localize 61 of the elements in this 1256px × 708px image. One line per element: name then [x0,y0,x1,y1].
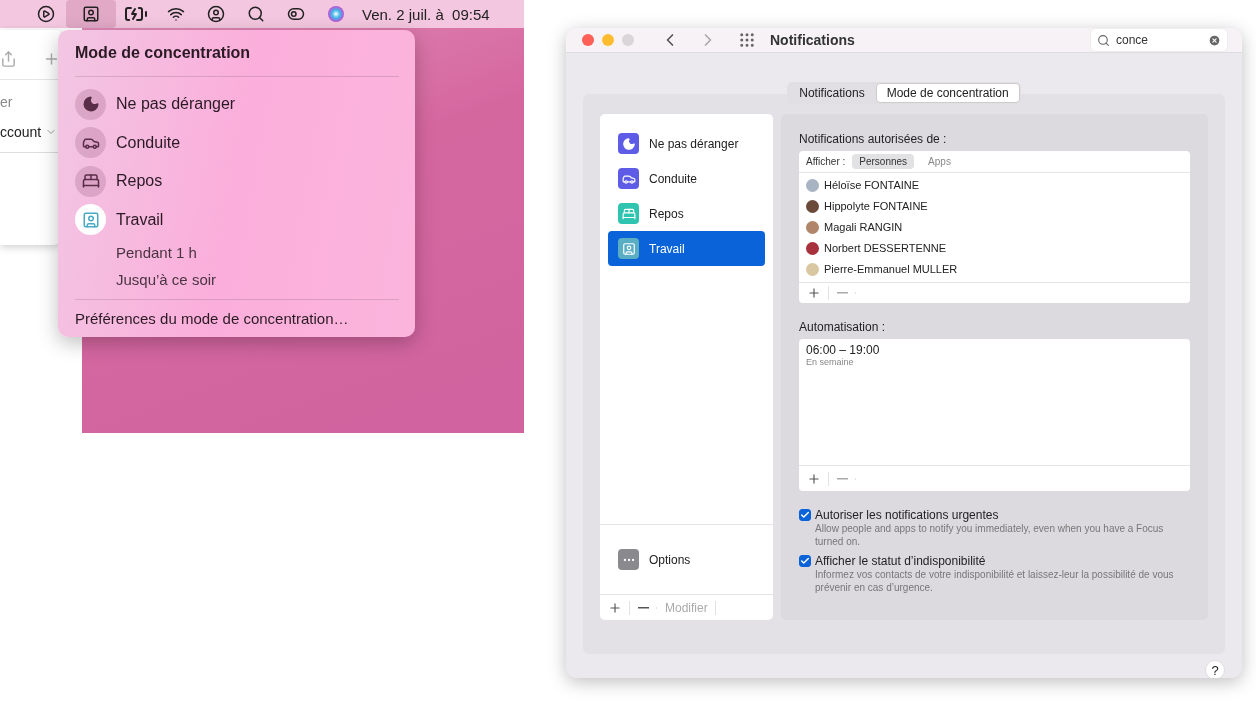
avatar-icon [806,241,819,255]
menu-item[interactable]: Travail [116,210,164,229]
tab[interactable]: Mode de concentration [875,83,1020,103]
sidebar-item[interactable]: Conduite [608,161,765,196]
sidebar-item[interactable]: Options [600,524,773,594]
person-name[interactable]: Pierre-Emmanuel MULLER [824,263,958,276]
remove-button[interactable] [636,606,657,609]
person-name[interactable]: Héloïse FONTAINE [824,179,920,192]
minus-icon [638,606,649,609]
clear-icon[interactable] [1208,33,1221,47]
search-icon [1097,33,1110,47]
tab[interactable]: Notifications [788,83,876,103]
ellipsis-icon [618,549,639,570]
close-button[interactable] [582,34,594,46]
plus-icon [807,471,821,486]
avatar-icon [806,178,819,192]
menu-item[interactable]: Pendant 1 h [75,239,399,266]
minus-icon [837,477,848,480]
sidebar-item[interactable]: Ne pas déranger [608,126,765,161]
bed-icon[interactable] [75,165,106,197]
filter-label: Afficher : [806,155,846,167]
checkbox-label: Afficher le statut d’indisponibilité [815,554,987,568]
avatar-icon [806,262,819,276]
plus-icon [608,600,622,615]
checkbox[interactable] [799,555,811,567]
grid-icon[interactable] [738,31,756,49]
checkbox-label: Autoriser les notifications urgentes [815,508,1000,522]
menu-item[interactable]: Repos [116,172,163,191]
person-name[interactable]: Magali RANGIN [824,221,903,234]
menu-item[interactable]: Jusqu’à ce soir [75,266,399,293]
plus-icon [807,285,821,300]
schedule-time[interactable]: 06:00 – 19:00 [806,343,1183,357]
menu-item[interactable]: Conduite [116,133,181,152]
moon-icon[interactable] [75,88,106,120]
search-value: conce [1116,33,1150,47]
menu-title: Mode de concentration [75,44,399,77]
app-text: ccount [0,124,42,140]
checkbox-description: Allow people and apps to notify you immediately, even when you have a Focus turned on. [815,522,1165,548]
sidebar-item[interactable]: Travail [608,231,765,266]
search-field[interactable]: conce [1090,28,1228,52]
avatar-icon [806,199,819,213]
checkbox-description: Informez vos contacts de votre indisponibilité et laissez-leur la possibilité de vous prévenir en cas d’urgence. [815,568,1175,594]
section-heading: Automatisation : [799,320,887,334]
app-text: er [0,94,14,110]
checkbox[interactable] [799,509,811,521]
car-icon[interactable] [75,127,106,159]
focus-icon[interactable] [66,0,116,28]
person-name[interactable]: Hippolyte FONTAINE [824,200,928,213]
filter-segment[interactable]: Personnes [852,153,915,169]
badge-icon[interactable] [75,204,106,236]
help-button[interactable]: ? [1205,660,1225,678]
schedule-days: En semaine [806,357,1183,367]
menu-item[interactable]: Ne pas déranger [116,95,236,114]
window-title: Notifications [770,32,856,48]
person-name[interactable]: Norbert DESSERTENNE [824,242,947,255]
minus-icon [837,291,848,294]
menu-bar-clock: Ven. 2 juil. à 09:54 [362,5,490,23]
sidebar-item[interactable]: Repos [608,196,765,231]
section-heading: Notifications autorisées de : [799,132,948,146]
filter-segment[interactable]: Apps [921,153,958,169]
avatar-icon [806,220,819,234]
